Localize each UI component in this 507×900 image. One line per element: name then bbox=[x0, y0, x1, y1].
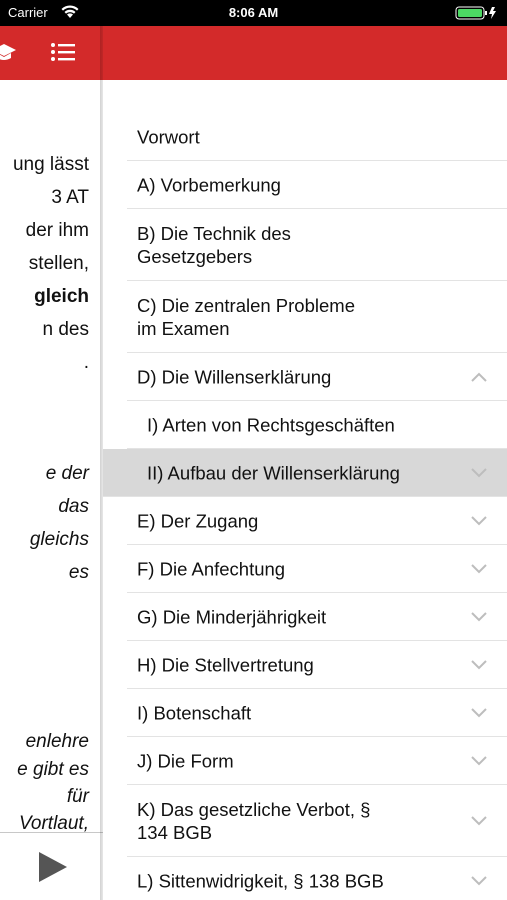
text-line: stellen, bbox=[28, 253, 89, 274]
chevron-down-icon[interactable] bbox=[471, 563, 487, 574]
toc-item-label: J) Die Form bbox=[137, 750, 234, 771]
chevron-down-icon[interactable] bbox=[471, 659, 487, 670]
text-line: gleichs bbox=[29, 529, 89, 550]
toc-item[interactable]: I) Arten von Rechtsgeschäften bbox=[127, 401, 507, 449]
article-text: ung lässt 3 AT der ihm stellen, gleich n… bbox=[0, 26, 103, 900]
toc-item[interactable]: C) Die zentralen Probleme im Examen bbox=[127, 281, 507, 353]
toc-item-label: H) Die Stellvertretung bbox=[137, 654, 314, 675]
toc-item[interactable]: I) Botenschaft bbox=[127, 689, 507, 737]
audio-bar bbox=[0, 832, 103, 900]
toc-item-label: K) Das gesetzliche Verbot, § 134 BGB bbox=[137, 798, 371, 843]
toc-item-label: D) Die Willenserklärung bbox=[137, 366, 332, 387]
text-line: für bbox=[66, 786, 89, 807]
toc-item[interactable]: E) Der Zugang bbox=[127, 497, 507, 545]
content-panel: ung lässt 3 AT der ihm stellen, gleich n… bbox=[0, 26, 103, 900]
battery-icon bbox=[455, 6, 496, 20]
chevron-down-icon[interactable] bbox=[471, 875, 487, 886]
text-line: e gibt es bbox=[17, 759, 89, 780]
clock: 8:06 AM bbox=[228, 5, 279, 20]
toc-item-label: E) Der Zugang bbox=[137, 510, 259, 531]
chevron-down-icon[interactable] bbox=[471, 707, 487, 718]
text-line: gleich bbox=[34, 286, 89, 307]
toc-item[interactable]: A) Vorbemerkung bbox=[127, 161, 507, 209]
toc-item-label: L) Sittenwidrigkeit, § 138 BGB bbox=[137, 870, 384, 891]
play-icon[interactable] bbox=[38, 851, 68, 883]
chevron-down-icon[interactable] bbox=[471, 755, 487, 766]
status-bar: Carrier 8:06 AM bbox=[0, 0, 507, 26]
chevron-up-icon[interactable] bbox=[471, 372, 487, 382]
text-line: 3 AT bbox=[51, 187, 89, 208]
chevron-down-icon[interactable] bbox=[471, 467, 487, 478]
chevron-down-icon[interactable] bbox=[471, 815, 487, 826]
toc-item[interactable]: D) Die Willenserklärung bbox=[127, 353, 507, 401]
toc-item[interactable]: F) Die Anfechtung bbox=[127, 545, 507, 593]
toc-item-label: I) Botenschaft bbox=[137, 702, 252, 723]
text-line: es bbox=[68, 562, 89, 583]
toc-item-label: G) Die Minderjährigkeit bbox=[137, 606, 327, 627]
text-line: enlehre bbox=[25, 731, 89, 752]
toc-item[interactable]: K) Das gesetzliche Verbot, § 134 BGB bbox=[127, 785, 507, 857]
text-line: e der bbox=[45, 463, 89, 484]
text-line: ung lässt bbox=[12, 154, 89, 175]
toc-item[interactable]: J) Die Form bbox=[127, 737, 507, 785]
text-line: n des bbox=[42, 319, 89, 340]
chevron-down-icon[interactable] bbox=[471, 611, 487, 622]
toc-item-label: I) Arten von Rechtsgeschäften bbox=[147, 414, 395, 435]
toc-item[interactable]: Vorwort bbox=[127, 113, 507, 161]
text-line: das bbox=[58, 496, 89, 517]
toc-list: Vorwort A) Vorbemerkung B) Die Technik des… bbox=[103, 113, 507, 900]
toc-item-label: Vorwort bbox=[137, 126, 200, 147]
toc-item-label: C) Die zentralen Probleme im Examen bbox=[137, 294, 355, 339]
toc-item[interactable]: G) Die Minderjährigkeit bbox=[127, 593, 507, 641]
toc-item-label: A) Vorbemerkung bbox=[137, 174, 281, 195]
text-line: der ihm bbox=[25, 220, 89, 241]
toc-item-label: B) Die Technik des Gesetzgebers bbox=[137, 222, 291, 267]
toc-panel: Vorwort A) Vorbemerkung B) Die Technik des… bbox=[103, 26, 507, 900]
toc-item[interactable]: II) Aufbau der Willenserklärung bbox=[103, 449, 507, 497]
toc-item[interactable]: H) Die Stellvertretung bbox=[127, 641, 507, 689]
text-line: . bbox=[83, 352, 89, 373]
toc-item-label: F) Die Anfechtung bbox=[137, 558, 286, 579]
toc-item[interactable]: B) Die Technik des Gesetzgebers bbox=[127, 209, 507, 281]
toc-header bbox=[103, 26, 507, 80]
toc-item[interactable]: L) Sittenwidrigkeit, § 138 BGB bbox=[127, 857, 507, 900]
toc-item-label: II) Aufbau der Willenserklärung bbox=[147, 462, 400, 483]
chevron-down-icon[interactable] bbox=[471, 515, 487, 526]
